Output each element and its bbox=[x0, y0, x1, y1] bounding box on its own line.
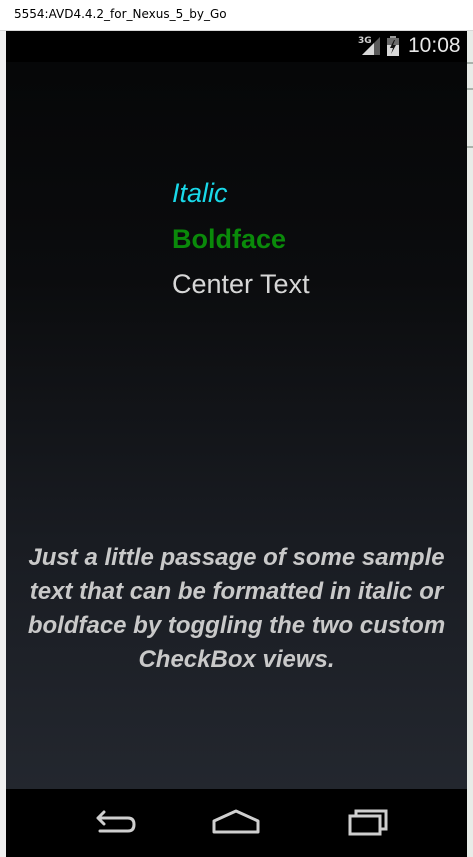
back-button[interactable] bbox=[78, 803, 138, 843]
back-icon bbox=[96, 810, 136, 833]
status-bar: 3G 10:08 bbox=[6, 31, 467, 62]
signal-icon bbox=[362, 37, 380, 59]
device-screen: 3G 10:08 Italic Boldface Center Text Jus… bbox=[6, 31, 467, 857]
status-time: 10:08 bbox=[408, 34, 461, 57]
home-button[interactable] bbox=[206, 803, 266, 843]
window-frame-edge bbox=[467, 31, 473, 857]
italic-text: Italic bbox=[172, 178, 228, 208]
recent-apps-icon bbox=[348, 809, 388, 836]
frame-tick bbox=[467, 146, 473, 148]
recent-apps-button[interactable] bbox=[336, 803, 396, 843]
navigation-bar bbox=[6, 789, 467, 857]
center-text: Center Text bbox=[172, 269, 310, 299]
frame-tick bbox=[467, 88, 473, 90]
emulator-window: 5554:AVD4.4.2_for_Nexus_5_by_Go 3G 10:08… bbox=[0, 0, 473, 857]
home-icon bbox=[212, 809, 260, 834]
frame-tick bbox=[467, 62, 473, 64]
window-titlebar[interactable]: 5554:AVD4.4.2_for_Nexus_5_by_Go bbox=[0, 0, 473, 31]
window-title: 5554:AVD4.4.2_for_Nexus_5_by_Go bbox=[14, 7, 227, 21]
boldface-text: Boldface bbox=[172, 224, 287, 254]
sample-passage: Just a little passage of some sample tex… bbox=[27, 544, 446, 673]
battery-icon bbox=[386, 36, 400, 60]
